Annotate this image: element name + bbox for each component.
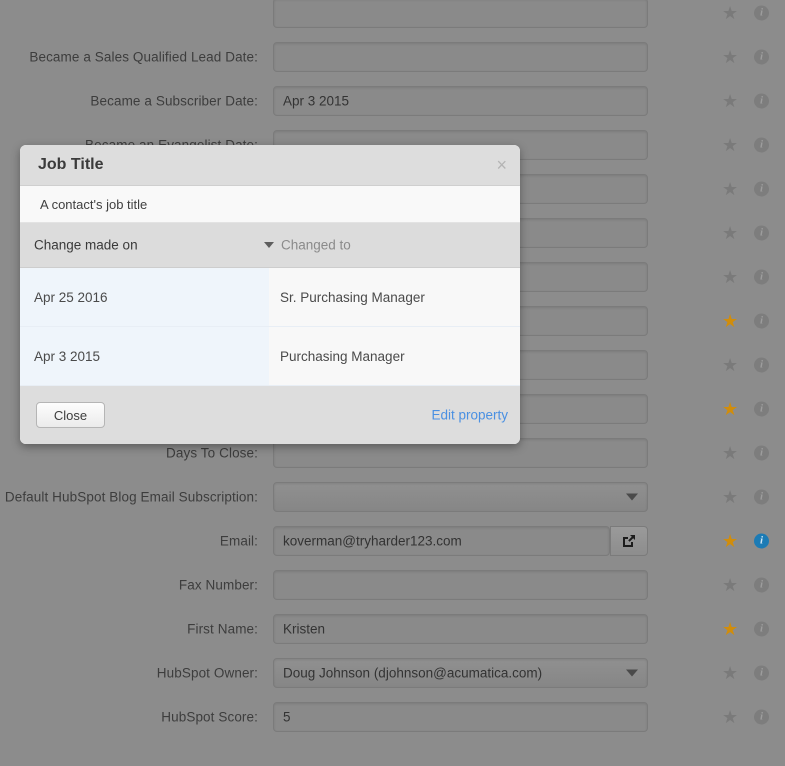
favorite-star-icon[interactable]: ★ (722, 620, 738, 638)
favorite-star-icon[interactable]: ★ (722, 224, 738, 242)
field-input[interactable] (273, 42, 648, 72)
form-row: Fax Number: ★ i (0, 563, 785, 607)
modal-footer: Close Edit property (20, 386, 520, 444)
info-icon[interactable]: i (754, 665, 769, 681)
edit-property-link[interactable]: Edit property (431, 408, 508, 423)
field-label: Email: (219, 533, 258, 549)
field-label: HubSpot Owner: (156, 665, 258, 681)
favorite-star-icon[interactable]: ★ (722, 4, 738, 22)
info-icon[interactable]: i (754, 225, 769, 241)
chevron-down-icon[interactable] (626, 493, 638, 501)
field-label: Became a Sales Qualified Lead Date: (29, 49, 258, 65)
info-icon[interactable]: i (754, 401, 769, 417)
field-label: Became a Subscriber Date: (90, 93, 258, 109)
info-icon[interactable]: i (754, 137, 769, 153)
field-value: koverman@tryharder123.com (283, 533, 462, 549)
favorite-star-icon[interactable]: ★ (722, 48, 738, 66)
table-row: Apr 25 2016 Sr. Purchasing Manager (20, 268, 520, 327)
close-button[interactable]: Close (36, 402, 105, 428)
field-label: HubSpot Score: (161, 709, 258, 725)
favorite-star-icon[interactable]: ★ (722, 444, 738, 462)
caret-down-icon[interactable] (264, 242, 274, 248)
table-row: Apr 3 2015 Purchasing Manager (20, 327, 520, 386)
chevron-down-icon[interactable] (626, 669, 638, 677)
field-input[interactable]: Apr 3 2015 (273, 86, 648, 116)
field-label: First Name: (187, 621, 258, 637)
info-icon[interactable]: i (754, 445, 769, 461)
field-value: Apr 3 2015 (283, 93, 350, 109)
form-row: HubSpot Owner: Doug Johnson (djohnson@acu… (0, 651, 785, 695)
info-icon[interactable]: i (754, 709, 769, 725)
field-label: Fax Number: (178, 577, 258, 593)
field-value: Doug Johnson (djohnson@acumatica.com) (283, 665, 543, 681)
form-row: First Name: Kristen ★ i (0, 607, 785, 651)
favorite-star-icon[interactable]: ★ (722, 356, 738, 374)
modal-header: Job Title × (20, 145, 520, 186)
field-input[interactable] (273, 570, 648, 600)
field-value: Kristen (283, 621, 326, 637)
history-value-cell: Purchasing Manager (269, 327, 520, 385)
external-link-icon[interactable] (610, 526, 648, 556)
field-input[interactable]: Kristen (273, 614, 648, 644)
field-input[interactable] (273, 482, 648, 512)
favorite-star-icon[interactable]: ★ (722, 268, 738, 286)
form-row: Default HubSpot Blog Email Subscription:… (0, 475, 785, 519)
favorite-star-icon[interactable]: ★ (722, 312, 738, 330)
field-input[interactable]: koverman@tryharder123.com (273, 526, 610, 556)
column-header-changed-to[interactable]: Changed to (281, 238, 351, 253)
favorite-star-icon[interactable]: ★ (722, 136, 738, 154)
favorite-star-icon[interactable]: ★ (722, 576, 738, 594)
favorite-star-icon[interactable]: ★ (722, 664, 738, 682)
favorite-star-icon[interactable]: ★ (722, 92, 738, 110)
info-icon[interactable]: i (754, 49, 769, 65)
form-row: Email: koverman@tryharder123.com ★ i (0, 519, 785, 563)
history-date-cell: Apr 25 2016 (20, 268, 269, 326)
field-value: 5 (283, 709, 291, 725)
job-title-history-modal: Job Title × A contact's job title Change… (20, 145, 520, 444)
favorite-star-icon[interactable]: ★ (722, 180, 738, 198)
form-row: Became a Sales Qualified Lead Date: ★ i (0, 35, 785, 79)
favorite-star-icon[interactable]: ★ (722, 488, 738, 506)
field-label: Days To Close: (166, 445, 258, 461)
info-icon[interactable]: i (754, 577, 769, 593)
modal-description: A contact's job title (20, 186, 520, 223)
field-input[interactable] (273, 0, 648, 28)
column-header-change-made-on[interactable]: Change made on (34, 238, 138, 253)
info-icon[interactable]: i (754, 93, 769, 109)
field-input[interactable]: 5 (273, 702, 648, 732)
info-icon[interactable]: i (754, 5, 769, 21)
form-row: Became a Subscriber Date: Apr 3 2015 ★ i (0, 79, 785, 123)
form-row: ★ i (0, 0, 785, 35)
field-input[interactable]: Doug Johnson (djohnson@acumatica.com) (273, 658, 648, 688)
favorite-star-icon[interactable]: ★ (722, 532, 738, 550)
info-icon[interactable]: i (754, 313, 769, 329)
info-icon[interactable]: i (754, 357, 769, 373)
history-table-body: Apr 25 2016 Sr. Purchasing Manager Apr 3 2… (20, 268, 520, 386)
info-icon[interactable]: i (754, 269, 769, 285)
favorite-star-icon[interactable]: ★ (722, 400, 738, 418)
history-date-cell: Apr 3 2015 (20, 327, 269, 385)
field-label: Default HubSpot Blog Email Subscription: (4, 489, 258, 505)
modal-title: Job Title (38, 156, 104, 173)
history-table-header: Change made on Changed to (20, 223, 520, 268)
info-icon[interactable]: i (754, 533, 769, 549)
info-icon[interactable]: i (754, 181, 769, 197)
info-icon[interactable]: i (754, 489, 769, 505)
form-row: HubSpot Score: 5 ★ i (0, 695, 785, 739)
favorite-star-icon[interactable]: ★ (722, 708, 738, 726)
info-icon[interactable]: i (754, 621, 769, 637)
history-value-cell: Sr. Purchasing Manager (269, 268, 520, 326)
close-icon[interactable]: × (496, 156, 507, 174)
